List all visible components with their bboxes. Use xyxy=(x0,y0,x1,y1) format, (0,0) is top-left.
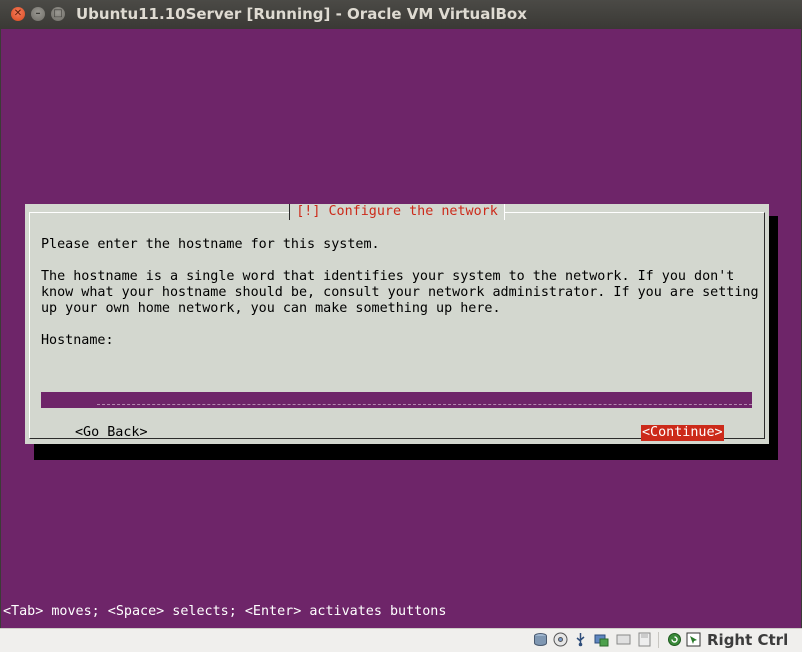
vm-statusbar: Right Ctrl xyxy=(0,628,802,652)
description-line-1: The hostname is a single word that ident… xyxy=(41,269,735,284)
maximize-window-icon[interactable]: □ xyxy=(51,7,65,21)
hostname-label: Hostname: xyxy=(41,333,114,348)
window-titlebar: ✕ – □ Ubuntu11.10Server [Running] - Orac… xyxy=(0,0,802,29)
floppy-icon[interactable] xyxy=(637,632,652,647)
configure-network-dialog: [!] Configure the network Please enter t… xyxy=(25,204,769,444)
dialog-title: [!] Configure the network xyxy=(289,204,505,220)
description-line-2: know what your hostname should be, consu… xyxy=(41,285,759,300)
hostname-input[interactable]: ubuntu_ xyxy=(41,392,752,408)
optical-drive-icon[interactable] xyxy=(553,632,568,647)
go-back-button[interactable]: <Go Back> xyxy=(75,425,148,441)
input-fill-line xyxy=(97,404,752,405)
host-key-indicator[interactable]: Right Ctrl xyxy=(707,631,788,649)
close-window-icon[interactable]: ✕ xyxy=(11,7,25,21)
hostname-prompt: Please enter the hostname for this syste… xyxy=(41,237,380,252)
minimize-window-icon[interactable]: – xyxy=(31,7,45,21)
dialog-title-bar: [!] Configure the network xyxy=(25,204,769,220)
usb-icon[interactable] xyxy=(573,632,588,647)
vm-display[interactable]: [!] Configure the network Please enter t… xyxy=(1,29,801,628)
display-icon[interactable] xyxy=(667,632,682,647)
shared-folders-icon[interactable] xyxy=(594,632,609,647)
mouse-integration-icon[interactable] xyxy=(686,632,701,647)
hard-disk-icon[interactable] xyxy=(533,632,548,647)
continue-button[interactable]: <Continue> xyxy=(641,425,724,441)
network-icon[interactable] xyxy=(616,632,631,647)
window-title: Ubuntu11.10Server [Running] - Oracle VM … xyxy=(76,5,527,23)
keyboard-help-line: <Tab> moves; <Space> selects; <Enter> ac… xyxy=(3,604,447,619)
statusbar-separator xyxy=(658,632,659,648)
description-line-3: up your own home network, you can make s… xyxy=(41,301,501,316)
